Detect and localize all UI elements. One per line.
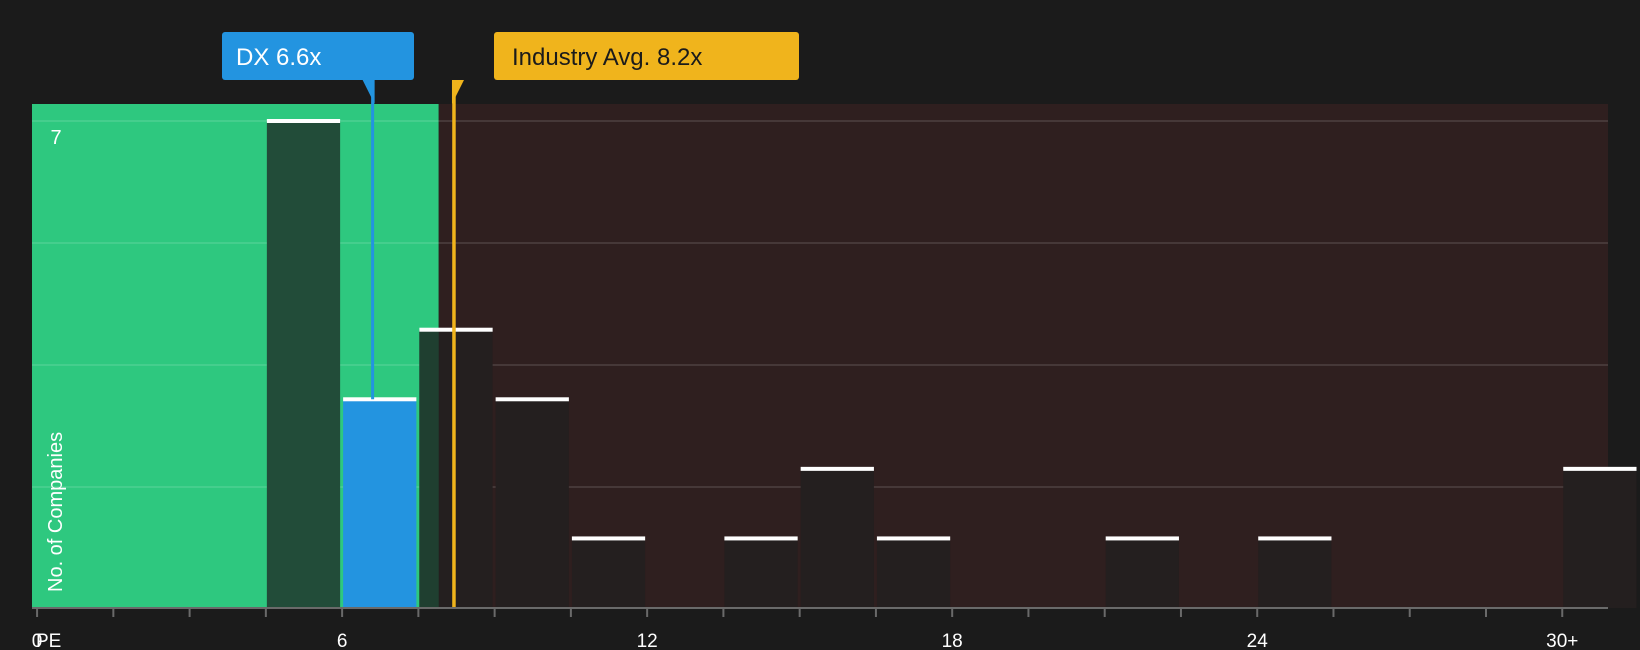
histogram-bar-overlap (419, 329, 439, 608)
histogram-bar (571, 538, 646, 608)
histogram-bar (343, 399, 417, 608)
histogram-bar (876, 538, 951, 608)
histogram-bar-top (1105, 536, 1179, 541)
x-tick-label: 24 (1247, 631, 1269, 650)
company-callout: DX 6.6x (222, 32, 414, 80)
x-tick-label: 18 (942, 631, 963, 650)
overvalued-region (438, 104, 1608, 608)
histogram-bar-top (571, 536, 646, 541)
x-axis-prefix-label: PE (36, 631, 61, 650)
histogram-bar-top (876, 536, 951, 541)
histogram-bar-top (800, 466, 874, 471)
pe-histogram-chart: 0 6 12 18 24 30+ 7 No. of Companies PE DX 6.6… (0, 0, 1640, 650)
histogram-bar-top (724, 536, 798, 541)
histogram-bar (266, 121, 341, 608)
x-tick-label: 12 (637, 631, 658, 650)
histogram-bar (800, 468, 874, 608)
y-axis-label: No. of Companies (45, 432, 67, 592)
histogram-bar-top (419, 327, 493, 332)
histogram-bar (1105, 538, 1179, 608)
industry-callout-label: Industry Avg. 8.2x (512, 44, 702, 71)
histogram-bar-top (1258, 536, 1332, 541)
histogram-bar-top (343, 397, 417, 402)
y-axis-top-label: 7 (50, 127, 61, 149)
company-callout-label: DX 6.6x (236, 44, 321, 71)
histogram-bar-top (495, 397, 569, 402)
histogram-bar (724, 538, 798, 608)
x-tick-label: 6 (337, 631, 348, 650)
x-tick-label: 30+ (1546, 631, 1578, 650)
histogram-bar (1563, 468, 1637, 608)
histogram-bar (495, 399, 569, 608)
histogram-bar (1258, 538, 1332, 608)
histogram-bar-top (1563, 466, 1637, 471)
industry-callout: Industry Avg. 8.2x (494, 32, 799, 80)
histogram-bar-top (266, 119, 341, 123)
